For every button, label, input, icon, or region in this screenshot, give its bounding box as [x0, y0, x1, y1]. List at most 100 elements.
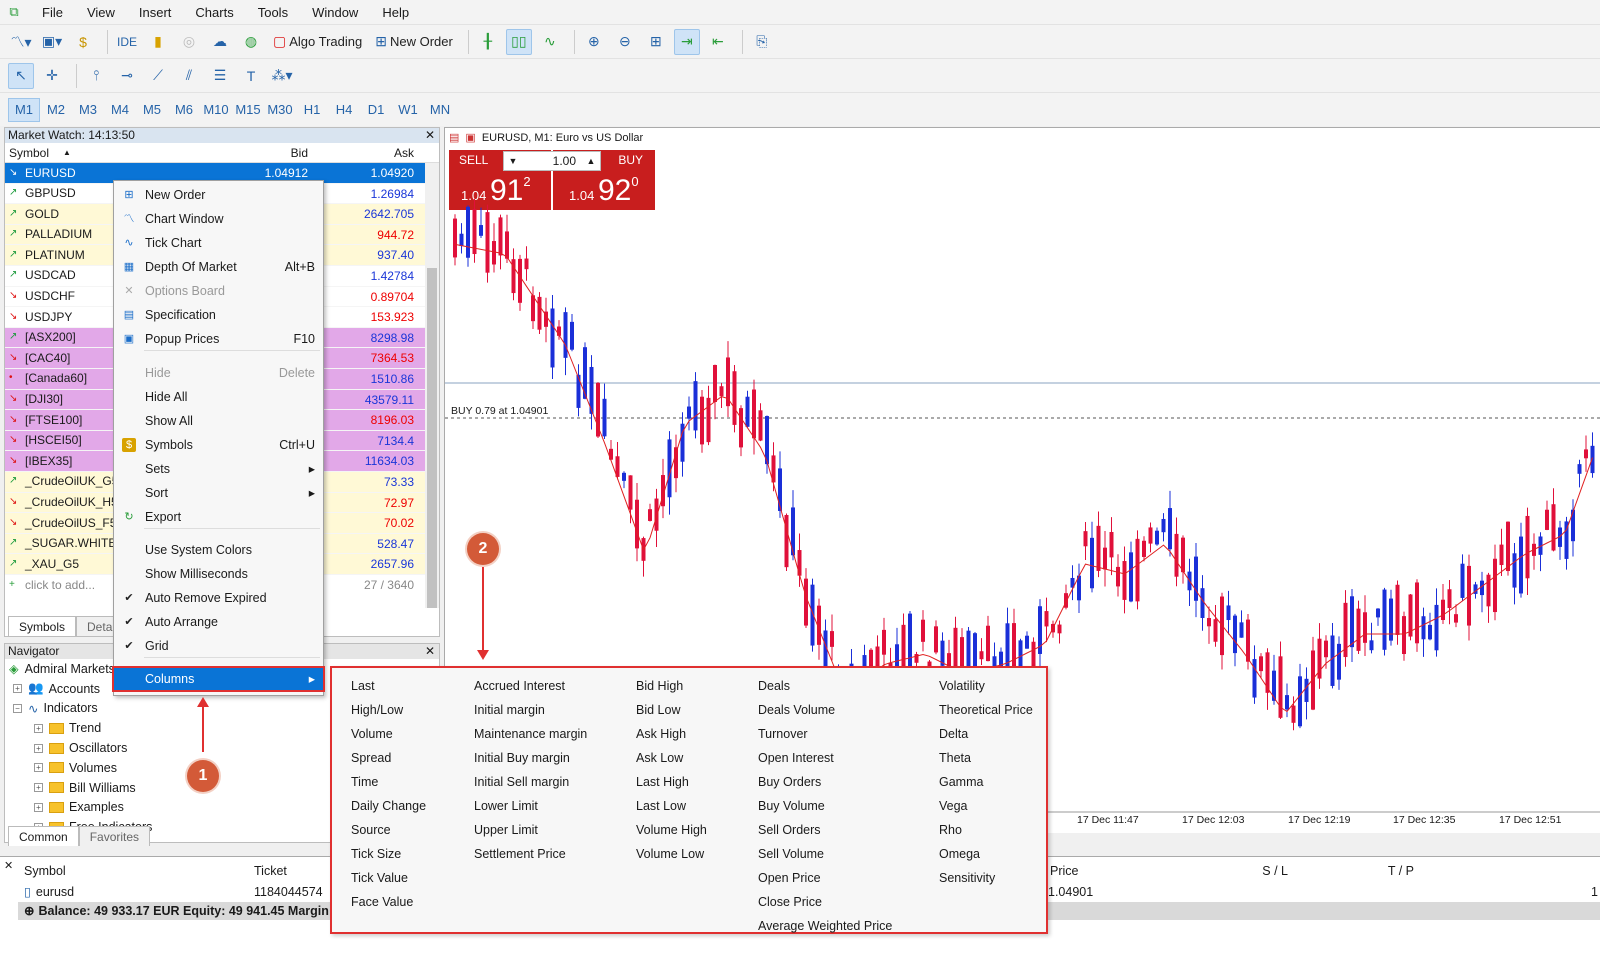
column-symbol[interactable]: Symbol ▲: [5, 143, 212, 162]
column-option[interactable]: Deals: [758, 674, 892, 698]
column-option[interactable]: Bid High: [636, 674, 707, 698]
vertical-line-icon[interactable]: ⫯: [83, 63, 109, 89]
ctx-item-auto-remove-expired[interactable]: ✔ Auto Remove Expired: [114, 587, 323, 609]
tab-common[interactable]: Common: [8, 826, 79, 846]
timeframe-m4[interactable]: M4: [104, 98, 136, 122]
column-sl[interactable]: S / L: [1198, 861, 1298, 881]
column-option[interactable]: Lower Limit: [474, 794, 587, 818]
ctx-item-use-system-colors[interactable]: Use System Colors: [114, 539, 323, 561]
column-option[interactable]: Accrued Interest: [474, 674, 587, 698]
timeframe-m3[interactable]: M3: [72, 98, 104, 122]
ctx-item-auto-arrange[interactable]: ✔ Auto Arrange: [114, 611, 323, 633]
templates-icon[interactable]: ▣▾: [39, 29, 65, 55]
cursor-icon[interactable]: ↖: [8, 62, 34, 89]
column-option[interactable]: Delta: [939, 722, 1033, 746]
column-option[interactable]: Ask Low: [636, 746, 707, 770]
column-option[interactable]: Initial Buy margin: [474, 746, 587, 770]
screenshot-icon[interactable]: ⎘: [749, 29, 775, 55]
ctx-item-columns[interactable]: Columns ▸: [112, 666, 325, 692]
timeframe-m5[interactable]: M5: [136, 98, 168, 122]
column-option[interactable]: Tick Value: [351, 866, 426, 890]
ctx-item-show-all[interactable]: Show All: [114, 410, 323, 432]
column-option[interactable]: Initial margin: [474, 698, 587, 722]
column-ask[interactable]: Ask: [312, 143, 418, 162]
ctx-item-sort[interactable]: Sort ▸: [114, 482, 323, 504]
expand-icon[interactable]: +: [34, 763, 43, 773]
crosshair-icon[interactable]: ✛: [39, 63, 65, 89]
increase-icon[interactable]: ▲: [582, 156, 600, 166]
timeframe-m30[interactable]: M30: [264, 98, 296, 122]
new-order-button[interactable]: ⊞ New Order: [371, 29, 457, 55]
timeframe-m15[interactable]: M15: [232, 98, 264, 122]
zoom-out-icon[interactable]: ⊖: [612, 29, 638, 55]
timeframe-m2[interactable]: M2: [40, 98, 72, 122]
column-price[interactable]: Price: [1048, 861, 1198, 881]
menu-tools[interactable]: Tools: [246, 5, 300, 20]
menu-window[interactable]: Window: [300, 5, 370, 20]
column-option[interactable]: High/Low: [351, 698, 426, 722]
volume-stepper[interactable]: ▼ 1.00 ▲: [503, 151, 601, 171]
timeframe-h4[interactable]: H4: [328, 98, 360, 122]
column-option[interactable]: Upper Limit: [474, 818, 587, 842]
menu-charts[interactable]: Charts: [183, 5, 245, 20]
ctx-item-show-milliseconds[interactable]: Show Milliseconds: [114, 563, 323, 585]
ctx-item-chart-window[interactable]: 〽 Chart Window: [114, 208, 323, 230]
column-option[interactable]: Sell Volume: [758, 842, 892, 866]
ctx-item-sets[interactable]: Sets ▸: [114, 458, 323, 480]
ctx-item-grid[interactable]: ✔ Grid: [114, 635, 323, 657]
column-option[interactable]: Last: [351, 674, 426, 698]
scrollbar[interactable]: [425, 163, 439, 608]
column-option[interactable]: Theoretical Price: [939, 698, 1033, 722]
column-option[interactable]: Buy Volume: [758, 794, 892, 818]
trendline-icon[interactable]: ⟋: [145, 63, 171, 89]
column-option[interactable]: Tick Size: [351, 842, 426, 866]
timeframe-d1[interactable]: D1: [360, 98, 392, 122]
column-bid[interactable]: Bid: [212, 143, 312, 162]
bar-chart-icon[interactable]: ╂: [475, 29, 501, 55]
tile-windows-icon[interactable]: ⊞: [643, 29, 669, 55]
close-icon[interactable]: ✕: [425, 128, 435, 143]
column-option[interactable]: Settlement Price: [474, 842, 587, 866]
expand-icon[interactable]: +: [34, 723, 43, 733]
ctx-item-tick-chart[interactable]: ∿ Tick Chart: [114, 232, 323, 254]
column-option[interactable]: Ask High: [636, 722, 707, 746]
signals-icon[interactable]: ◎: [176, 29, 202, 55]
column-option[interactable]: Last High: [636, 770, 707, 794]
column-option[interactable]: Sensitivity: [939, 866, 1033, 890]
channel-icon[interactable]: ⫽: [176, 63, 202, 89]
column-option[interactable]: Face Value: [351, 890, 426, 914]
column-option[interactable]: Source: [351, 818, 426, 842]
fibonacci-icon[interactable]: ☰: [207, 63, 233, 89]
close-icon[interactable]: ✕: [425, 644, 435, 659]
column-option[interactable]: Bid Low: [636, 698, 707, 722]
algo-trading-button[interactable]: ▢ Algo Trading: [269, 29, 366, 55]
column-option[interactable]: Daily Change: [351, 794, 426, 818]
timeframe-m6[interactable]: M6: [168, 98, 200, 122]
auto-scroll-icon[interactable]: ⇥: [673, 28, 700, 55]
zoom-in-icon[interactable]: ⊕: [581, 29, 607, 55]
column-option[interactable]: Average Weighted Price: [758, 914, 892, 938]
column-option[interactable]: Volatility: [939, 674, 1033, 698]
timeframe-w1[interactable]: W1: [392, 98, 424, 122]
decrease-icon[interactable]: ▼: [504, 156, 522, 166]
tab-favorites[interactable]: Favorites: [78, 826, 151, 846]
cloud-icon[interactable]: ☁: [207, 29, 233, 55]
symbols-icon[interactable]: $: [70, 29, 96, 55]
column-option[interactable]: Sell Orders: [758, 818, 892, 842]
horizontal-line-icon[interactable]: ⊸: [114, 63, 140, 89]
close-icon[interactable]: ✕: [4, 859, 13, 872]
order-line-label[interactable]: BUY 0.79 at 1.04901: [451, 405, 548, 417]
timeframe-m1[interactable]: M1: [8, 97, 40, 122]
menu-help[interactable]: Help: [370, 5, 421, 20]
ctx-item-hide-all[interactable]: Hide All: [114, 386, 323, 408]
column-option[interactable]: Theta: [939, 746, 1033, 770]
chart-type-icon[interactable]: 〽▾: [8, 29, 34, 55]
ctx-item-options-board[interactable]: ✕ Options Board: [114, 280, 323, 302]
column-option[interactable]: Omega: [939, 842, 1033, 866]
column-option[interactable]: Maintenance margin: [474, 722, 587, 746]
column-option[interactable]: Time: [351, 770, 426, 794]
column-option[interactable]: Volume: [351, 722, 426, 746]
menu-view[interactable]: View: [75, 5, 127, 20]
column-symbol[interactable]: Symbol: [18, 861, 248, 881]
expand-icon[interactable]: +: [34, 743, 43, 753]
